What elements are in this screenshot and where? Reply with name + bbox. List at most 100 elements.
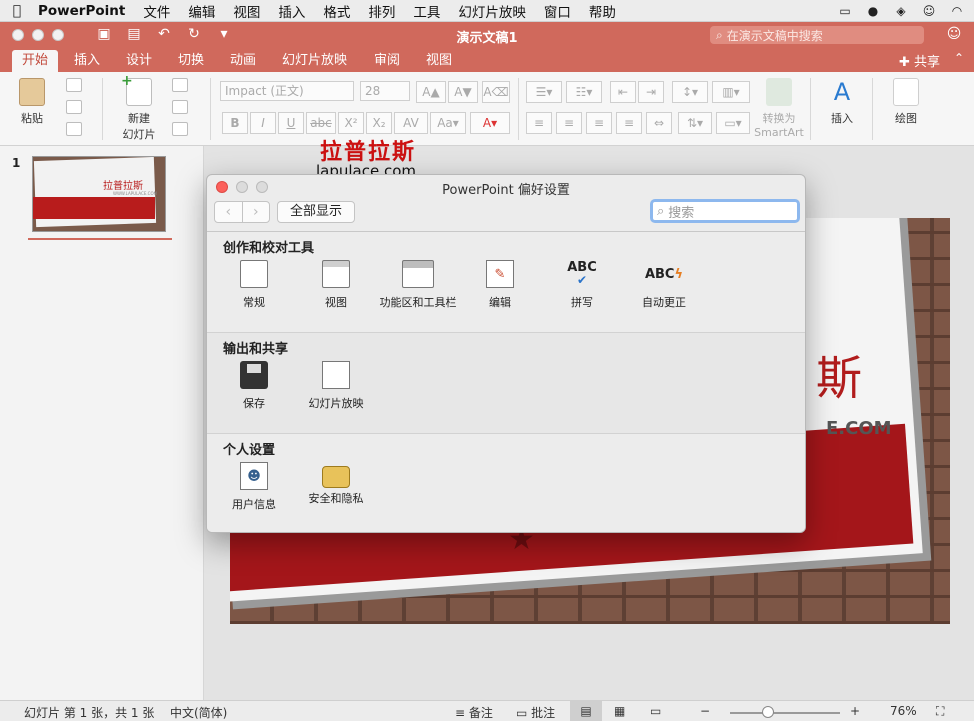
align-right-icon[interactable]: ≡: [586, 112, 612, 134]
normal-view-icon[interactable]: ▤: [570, 701, 602, 721]
pref-view[interactable]: 视图: [291, 260, 381, 310]
pref-general[interactable]: 常规: [209, 260, 299, 310]
format-painter-icon[interactable]: [66, 122, 82, 136]
increase-font-icon[interactable]: A▲: [416, 81, 446, 103]
feedback-smiley-icon[interactable]: ☺: [944, 26, 964, 44]
document-search-input[interactable]: ⌕ 在演示文稿中搜索: [710, 26, 924, 44]
font-name-select[interactable]: Impact (正文): [220, 81, 354, 101]
apple-icon[interactable]: : [0, 3, 34, 19]
slide-thumbnail[interactable]: 拉普拉斯 WWW.LAPULACE.COM: [32, 156, 166, 232]
menu-file[interactable]: 文件: [134, 1, 179, 21]
pref-security-privacy[interactable]: 安全和隐私: [291, 462, 381, 506]
underline-button[interactable]: U: [278, 112, 304, 134]
language-status[interactable]: 中文(简体): [170, 704, 227, 721]
tab-animations[interactable]: 动画: [220, 50, 266, 72]
bullets-icon[interactable]: ☰▾: [526, 81, 562, 103]
share-button[interactable]: ✚ 共享: [899, 51, 940, 70]
italic-button[interactable]: I: [250, 112, 276, 134]
decrease-indent-icon[interactable]: ⇤: [610, 81, 636, 103]
tab-home[interactable]: 开始: [12, 50, 59, 72]
tab-review[interactable]: 审阅: [364, 50, 410, 72]
ribbon-separator: [518, 78, 519, 140]
zoom-out-icon[interactable]: −: [700, 704, 710, 718]
font-size-select[interactable]: 28: [360, 81, 410, 101]
columns-icon[interactable]: ▥▾: [712, 81, 750, 103]
pref-slideshow[interactable]: 幻灯片放映: [291, 361, 381, 411]
layout-icon[interactable]: [172, 78, 188, 92]
slide-title-text[interactable]: 斯: [816, 342, 862, 408]
comments-button[interactable]: ▭ 批注: [516, 704, 555, 721]
zoom-in-icon[interactable]: +: [850, 704, 860, 718]
user-icon[interactable]: ☺: [920, 4, 938, 18]
pref-user-info[interactable]: ☻ 用户信息: [209, 462, 299, 512]
airplay-icon[interactable]: ▭: [836, 4, 854, 18]
clear-format-icon[interactable]: A⌫: [482, 81, 510, 103]
subscript-button[interactable]: X₂: [366, 112, 392, 134]
pref-ribbon-toolbar[interactable]: 功能区和工具栏: [373, 260, 463, 310]
menu-arrange[interactable]: 排列: [359, 1, 404, 21]
tab-view[interactable]: 视图: [416, 50, 462, 72]
menu-format[interactable]: 格式: [314, 1, 359, 21]
paste-button[interactable]: 粘贴: [12, 78, 52, 126]
cut-icon[interactable]: [66, 78, 82, 92]
draw-button[interactable]: 绘图: [884, 78, 928, 126]
show-all-button[interactable]: 全部显示: [277, 201, 355, 223]
back-arrow-icon[interactable]: ‹: [215, 202, 243, 222]
slideshow-view-icon[interactable]: ▭: [650, 704, 661, 718]
reset-icon[interactable]: [172, 100, 188, 114]
forward-arrow-icon[interactable]: ›: [243, 202, 270, 222]
slide-sorter-icon[interactable]: ▦: [614, 704, 625, 718]
menu-app-name[interactable]: PowerPoint: [34, 3, 134, 19]
pref-spelling[interactable]: ABC ✔ 拼写: [537, 260, 627, 310]
convert-smartart-button[interactable]: 转换为 SmartArt: [752, 78, 806, 139]
lock-icon: [322, 466, 350, 488]
menu-view[interactable]: 视图: [224, 1, 269, 21]
pref-label: 常规: [243, 296, 265, 309]
menu-window[interactable]: 窗口: [535, 1, 580, 21]
collapse-ribbon-icon[interactable]: ⌃: [954, 51, 964, 65]
tab-slideshow[interactable]: 幻灯片放映: [272, 50, 357, 72]
tab-design[interactable]: 设计: [116, 50, 162, 72]
menu-slideshow[interactable]: 幻灯片放映: [449, 1, 535, 21]
tab-insert[interactable]: 插入: [64, 50, 110, 72]
line-spacing-icon[interactable]: ↕▾: [672, 81, 708, 103]
menu-edit[interactable]: 编辑: [179, 1, 224, 21]
distribute-icon[interactable]: ⇔: [646, 112, 672, 134]
menu-tools[interactable]: 工具: [404, 1, 449, 21]
align-text-icon[interactable]: ▭▾: [716, 112, 750, 134]
numbering-icon[interactable]: ☷▾: [566, 81, 602, 103]
bold-button[interactable]: B: [222, 112, 248, 134]
menu-help[interactable]: 帮助: [580, 1, 625, 21]
tab-transitions[interactable]: 切换: [168, 50, 214, 72]
increase-indent-icon[interactable]: ⇥: [638, 81, 664, 103]
section-icon[interactable]: [172, 122, 188, 136]
zoom-slider-track[interactable]: [730, 712, 840, 714]
wifi-icon[interactable]: ◠: [948, 4, 966, 18]
pref-save[interactable]: 保存: [209, 361, 299, 411]
change-case-icon[interactable]: Aa▾: [430, 112, 466, 134]
pref-autocorrect[interactable]: ABC ϟ 自动更正: [619, 260, 709, 310]
superscript-button[interactable]: X²: [338, 112, 364, 134]
menu-insert[interactable]: 插入: [269, 1, 314, 21]
character-spacing-button[interactable]: AV: [394, 112, 428, 134]
align-center-icon[interactable]: ≡: [556, 112, 582, 134]
zoom-slider-handle[interactable]: [762, 706, 774, 718]
fit-to-window-icon[interactable]: ⛶: [936, 704, 944, 719]
qq-icon[interactable]: ●: [864, 4, 882, 18]
insert-shape-button[interactable]: A 插入: [820, 78, 864, 126]
thumbnail-url: WWW.LAPULACE.COM: [113, 191, 158, 196]
decrease-font-icon[interactable]: A▼: [448, 81, 478, 103]
notes-button[interactable]: ≡ 备注: [455, 704, 493, 721]
text-direction-icon[interactable]: ⇅▾: [678, 112, 712, 134]
strikethrough-button[interactable]: abc: [306, 112, 336, 134]
zoom-level[interactable]: 76%: [890, 704, 917, 718]
justify-icon[interactable]: ≡: [616, 112, 642, 134]
new-slide-button[interactable]: 新建 幻灯片: [112, 73, 166, 142]
antivirus-icon[interactable]: ◈: [892, 4, 910, 18]
preferences-search-input[interactable]: ⌕ 搜索: [650, 199, 800, 223]
font-color-icon[interactable]: A▾: [470, 112, 510, 134]
pref-edit[interactable]: ✎ 编辑: [455, 260, 545, 310]
slide-url-text[interactable]: E.COM: [826, 418, 892, 439]
align-left-icon[interactable]: ≡: [526, 112, 552, 134]
copy-icon[interactable]: [66, 100, 82, 114]
